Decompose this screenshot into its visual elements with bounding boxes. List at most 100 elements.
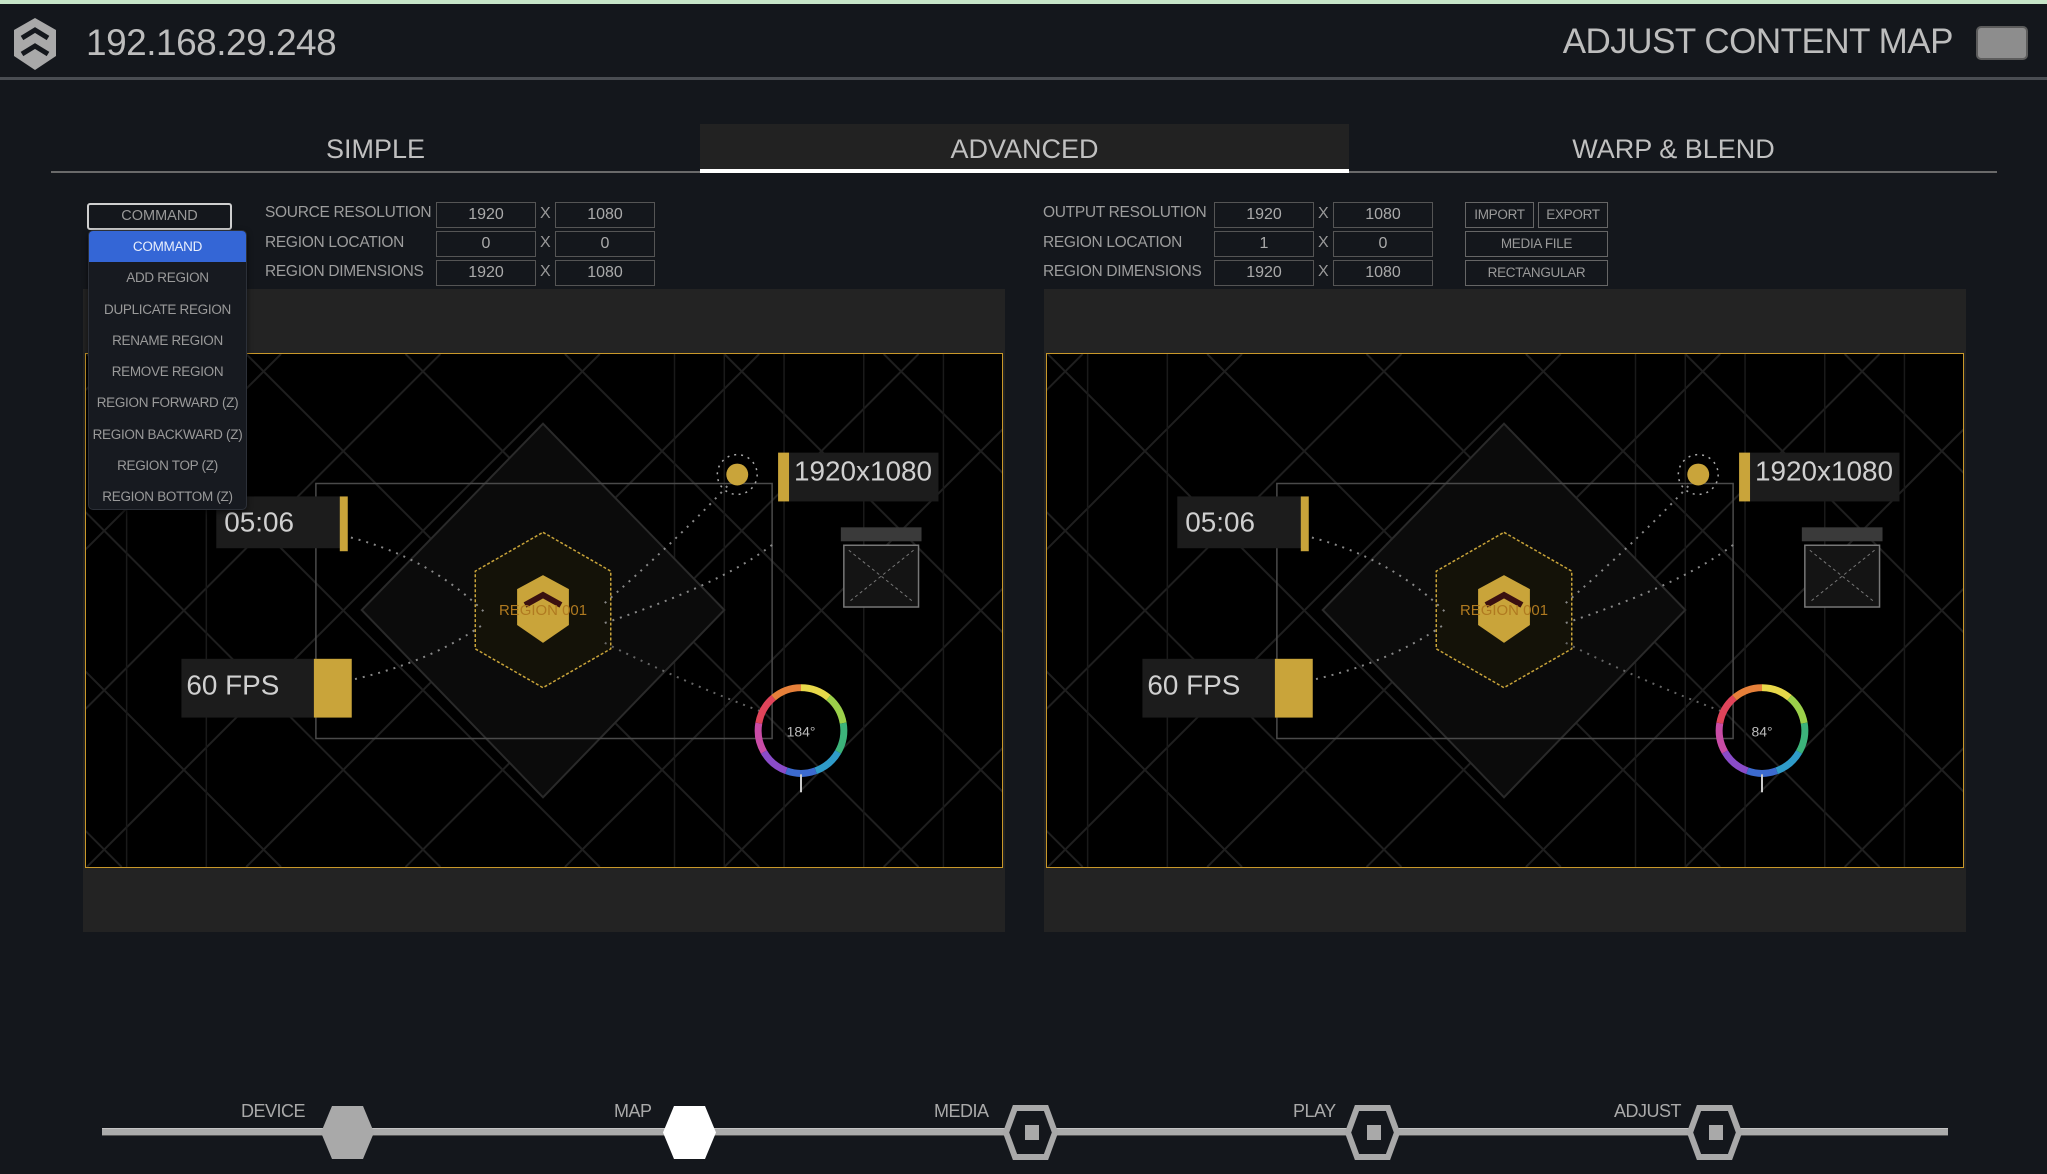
separator: X (1318, 234, 1329, 251)
output-resolution-height-input[interactable]: 1080 (1333, 202, 1433, 228)
fps-readout: 60 FPS (1147, 670, 1240, 701)
hue-ring-segment (1787, 695, 1808, 724)
fps-block (1274, 658, 1313, 718)
menu-item-region-top[interactable]: REGION TOP (Z) (89, 450, 246, 481)
time-bar (339, 496, 348, 552)
step-map-hex-icon[interactable] (662, 1105, 717, 1160)
hue-ring-segment (800, 684, 831, 701)
output-resolution-label: OUTPUT RESOLUTION (1043, 204, 1207, 221)
source-resolution-width-input[interactable]: 1920 (436, 202, 536, 228)
header-toggle[interactable] (1976, 26, 2028, 60)
hue-ring-segment (1732, 684, 1763, 701)
hue-ring-segment (1721, 750, 1749, 775)
resolution-bar (778, 452, 790, 502)
step-label-play: PLAY (1293, 1101, 1336, 1121)
menu-item-command[interactable]: COMMAND (89, 231, 246, 263)
separator: X (1318, 205, 1329, 222)
time-readout: 05:06 (224, 506, 294, 537)
hue-ring-segment (1761, 684, 1792, 701)
source-region-height-input[interactable]: 1080 (555, 260, 655, 286)
export-button[interactable]: EXPORT (1538, 202, 1608, 228)
status-dot (1687, 463, 1710, 486)
hue-angle-readout: 84° (1751, 724, 1772, 740)
region-name-label: REGION 001 (499, 602, 587, 619)
source-region-width-input[interactable]: 1920 (436, 260, 536, 286)
hue-ring-segment (814, 750, 842, 775)
grid-line (1047, 829, 1084, 867)
fps-block (313, 658, 352, 718)
resolution-readout: 1920x1080 (794, 456, 932, 487)
output-region-height-input[interactable]: 1080 (1333, 260, 1433, 286)
output-preview-content: REGION 001 05:06 60 FPS 1920x1080 84° (1047, 354, 1963, 867)
hue-ring-segment (754, 722, 768, 754)
source-resolution-height-input[interactable]: 1080 (555, 202, 655, 228)
output-panel: REGION 001 05:06 60 FPS 1920x1080 84° (1044, 289, 1966, 932)
import-button[interactable]: IMPORT (1465, 202, 1534, 228)
grid-line (1047, 354, 1084, 392)
image-caption-bar (840, 527, 922, 542)
image-placeholder-icon (1804, 544, 1881, 608)
hue-ring-segment (826, 695, 847, 724)
hue-ring-segment (785, 767, 817, 777)
separator: X (540, 263, 551, 280)
page-title: ADJUST CONTENT MAP (1562, 22, 1954, 61)
step-label-device: DEVICE (241, 1101, 306, 1121)
step-label-map: MAP (614, 1101, 652, 1121)
menu-item-duplicate-region[interactable]: DUPLICATE REGION (89, 294, 246, 325)
logo-icon (14, 18, 56, 70)
fps-readout: 60 FPS (186, 670, 279, 701)
output-region-dimensions-label: REGION DIMENSIONS (1043, 263, 1202, 280)
hue-ring-segment (1795, 722, 1809, 754)
time-bar (1300, 496, 1309, 552)
step-label-media: MEDIA (934, 1101, 989, 1121)
region-name-label: REGION 001 (1460, 602, 1548, 619)
step-play-hex-icon[interactable] (1345, 1105, 1400, 1160)
output-region-y-input[interactable]: 0 (1333, 231, 1433, 257)
output-region-x-input[interactable]: 1 (1214, 231, 1314, 257)
hue-angle-readout: 184° (787, 724, 816, 740)
hue-ring-segment (760, 750, 788, 775)
mode-tabs: SIMPLE ADVANCED WARP & BLEND (51, 124, 1997, 173)
output-preview-region[interactable]: REGION 001 05:06 60 FPS 1920x1080 84° (1046, 353, 1964, 868)
command-select[interactable]: COMMAND (87, 203, 232, 230)
step-label-adjust: ADJUST (1614, 1101, 1682, 1121)
output-region-location-label: REGION LOCATION (1043, 234, 1183, 251)
source-region-y-input[interactable]: 0 (555, 231, 655, 257)
menu-item-remove-region[interactable]: REMOVE REGION (89, 356, 246, 387)
tab-simple[interactable]: SIMPLE (51, 124, 700, 171)
tab-advanced[interactable]: ADVANCED (700, 124, 1349, 173)
tab-warp-blend[interactable]: WARP & BLEND (1349, 124, 1998, 171)
menu-item-rename-region[interactable]: RENAME REGION (89, 325, 246, 356)
image-placeholder-icon (843, 544, 920, 608)
hue-ring-segment (771, 684, 802, 701)
separator: X (540, 205, 551, 222)
menu-item-region-bottom[interactable]: REGION BOTTOM (Z) (89, 481, 246, 509)
output-region-width-input[interactable]: 1920 (1214, 260, 1314, 286)
source-region-x-input[interactable]: 0 (436, 231, 536, 257)
separator: X (540, 234, 551, 251)
source-resolution-label: SOURCE RESOLUTION (265, 204, 432, 221)
status-dot (726, 463, 749, 486)
resolution-readout: 1920x1080 (1755, 456, 1893, 487)
image-caption-bar (1801, 527, 1883, 542)
menu-item-region-forward[interactable]: REGION FORWARD (Z) (89, 387, 246, 418)
separator: X (1318, 263, 1329, 280)
menu-item-add-region[interactable]: ADD REGION (89, 262, 246, 293)
rectangular-button[interactable]: RECTANGULAR (1465, 260, 1608, 286)
hue-ring-segment (834, 722, 848, 754)
hue-ring-segment (1715, 722, 1729, 754)
step-adjust-hex-icon[interactable] (1687, 1105, 1742, 1160)
menu-item-region-backward[interactable]: REGION BACKWARD (Z) (89, 419, 246, 450)
hue-ring-segment (1746, 767, 1778, 777)
media-file-button[interactable]: MEDIA FILE (1465, 231, 1608, 257)
output-resolution-width-input[interactable]: 1920 (1214, 202, 1314, 228)
step-media-hex-icon[interactable] (1003, 1105, 1058, 1160)
hue-ring-segment (1775, 750, 1803, 775)
command-dropdown-menu: COMMAND ADD REGION DUPLICATE REGION RENA… (88, 230, 247, 510)
device-ip: 192.168.29.248 (86, 22, 337, 63)
resolution-bar (1739, 452, 1751, 502)
header: 192.168.29.248 ADJUST CONTENT MAP (0, 4, 2047, 80)
step-device-hex-icon[interactable] (320, 1105, 375, 1160)
source-region-dimensions-label: REGION DIMENSIONS (265, 263, 424, 280)
time-readout: 05:06 (1185, 506, 1255, 537)
